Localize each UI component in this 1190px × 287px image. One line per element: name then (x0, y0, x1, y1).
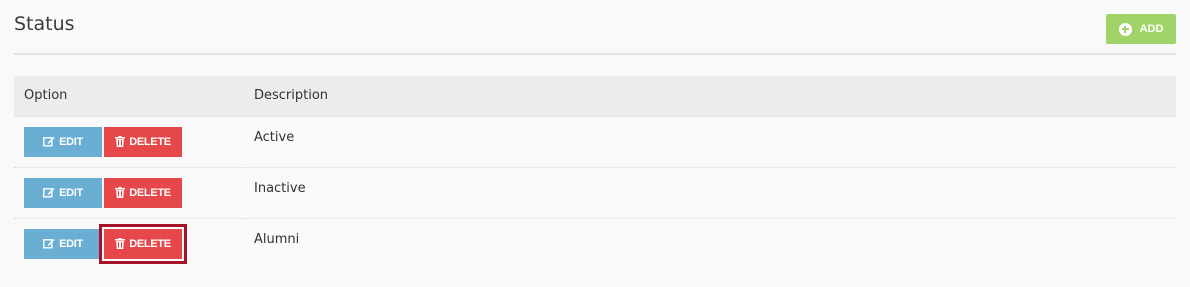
edit-icon (43, 187, 55, 198)
delete-button-label: DELETE (129, 135, 171, 148)
status-table: Option Description EDIT DELETE Active ED… (14, 76, 1176, 269)
trash-icon (115, 238, 126, 249)
panel-header: Status ADD (14, 0, 1176, 55)
edit-button-label: EDIT (59, 237, 83, 250)
delete-button-highlighted[interactable]: DELETE (99, 223, 187, 264)
trash-icon (115, 136, 126, 147)
delete-button-label: DELETE (129, 186, 171, 199)
edit-button[interactable]: EDIT (24, 228, 102, 259)
column-header-option: Option (24, 88, 68, 104)
edit-button[interactable]: EDIT (24, 126, 102, 157)
table-row: EDIT DELETE Active (14, 116, 1176, 167)
edit-button-label: EDIT (59, 135, 83, 148)
delete-button[interactable]: DELETE (104, 126, 182, 157)
row-description: Active (254, 129, 295, 145)
page-title: Status (14, 13, 75, 35)
edit-icon (43, 136, 55, 147)
edit-icon (43, 238, 55, 249)
row-description: Alumni (254, 231, 300, 247)
delete-button-label: DELETE (129, 237, 171, 250)
row-actions: EDIT DELETE (14, 167, 244, 218)
row-actions: EDIT DELETE (14, 116, 244, 167)
trash-icon (115, 187, 126, 198)
column-header-description: Description (254, 88, 329, 104)
row-description: Inactive (254, 180, 306, 196)
row-actions: EDIT DELETE (14, 218, 244, 269)
status-panel: Status ADD Option Description EDIT DELET… (0, 0, 1190, 287)
edit-button-label: EDIT (59, 186, 83, 199)
add-button-label: ADD (1139, 23, 1164, 35)
table-row: EDIT DELETE Alumni (14, 218, 1176, 269)
plus-circle-icon (1118, 22, 1132, 36)
add-button[interactable]: ADD (1106, 14, 1176, 44)
edit-button[interactable]: EDIT (24, 177, 102, 208)
delete-button[interactable]: DELETE (104, 177, 182, 208)
table-header-row: Option Description (14, 76, 1176, 116)
table-row: EDIT DELETE Inactive (14, 167, 1176, 218)
